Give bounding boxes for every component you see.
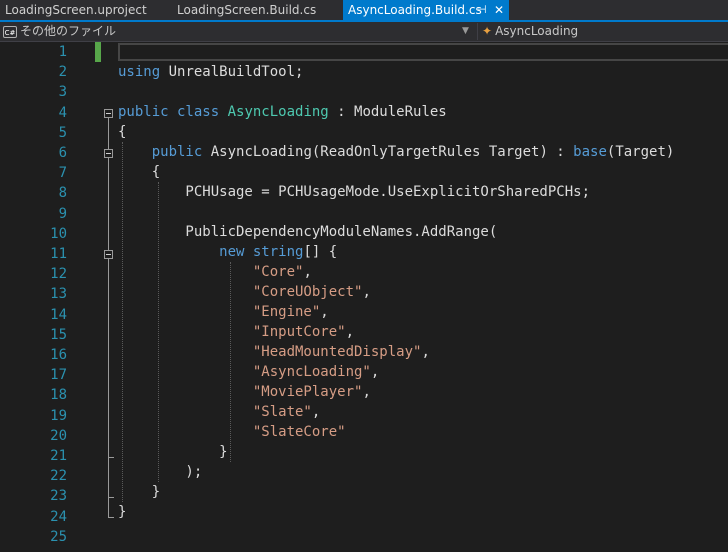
code-line-16: "HeadMountedDisplay", — [252, 344, 430, 360]
collapse-class-icon[interactable] — [104, 109, 113, 118]
line-number: 18 — [50, 387, 67, 404]
line-number: 25 — [50, 528, 67, 545]
code-line-8: PCHUsage = PCHUsageMode.UseExplicitOrSha… — [118, 184, 591, 200]
line-number: 23 — [50, 488, 67, 505]
current-line-highlight — [118, 43, 728, 61]
chevron-down-icon: ▼ — [462, 26, 469, 36]
code-line-18: "MoviePlayer", — [252, 384, 371, 400]
outline-end — [108, 497, 114, 498]
tab-loadingscreen-uproject[interactable]: LoadingScreen.uproject — [0, 0, 170, 20]
project-dropdown[interactable]: C# その他のファイル ▼ — [0, 23, 475, 40]
code-line-10: PublicDependencyModuleNames.AddRange( — [118, 224, 498, 240]
line-number: 15 — [50, 326, 67, 343]
code-line-24: } — [118, 504, 127, 520]
line-number: 22 — [50, 468, 67, 485]
line-number: 20 — [50, 427, 67, 444]
code-line-20: "SlateCore" — [252, 424, 346, 440]
code-line-19: "Slate", — [252, 404, 321, 420]
document-tab-strip: LoadingScreen.uproject LoadingScreen.Bui… — [0, 0, 728, 22]
line-number: 17 — [50, 367, 67, 384]
code-line-4: public class AsyncLoading : ModuleRules — [118, 104, 447, 120]
code-line-7: { — [118, 164, 161, 180]
line-number: 4 — [58, 104, 67, 121]
line-number: 19 — [50, 407, 67, 424]
collapse-method-icon[interactable] — [104, 149, 113, 158]
line-number: 8 — [58, 185, 67, 202]
tab-label: LoadingScreen.uproject — [5, 3, 147, 17]
close-icon[interactable]: ✕ — [494, 0, 504, 20]
line-number: 21 — [50, 448, 67, 464]
code-line-5: { — [118, 124, 127, 140]
tab-loadingscreen-build-cs[interactable]: LoadingScreen.Build.cs — [172, 0, 342, 20]
csharp-file-icon: C# — [3, 25, 17, 38]
line-number: 1 — [58, 44, 67, 60]
outline-end — [108, 517, 114, 518]
change-indicator — [95, 42, 101, 62]
code-line-2: using UnrealBuildTool; — [118, 64, 304, 80]
code-line-21: } — [118, 444, 228, 460]
line-number: 6 — [58, 145, 67, 161]
pin-icon[interactable]: ⊣ — [477, 0, 487, 20]
line-number: 24 — [50, 508, 67, 525]
line-number: 3 — [58, 84, 67, 101]
code-line-12: "Core", — [252, 264, 312, 280]
member-dropdown[interactable]: ✦ AsyncLoading — [477, 23, 728, 40]
code-line-22: ); — [118, 464, 203, 480]
outline-line — [108, 259, 109, 457]
code-line-13: "CoreUObject", — [252, 284, 371, 300]
tab-label: AsyncLoading.Build.cs — [348, 3, 482, 17]
code-line-11: new string[] { — [219, 244, 338, 260]
code-line-23: } — [118, 484, 161, 500]
member-label: AsyncLoading — [495, 24, 579, 38]
tab-label: LoadingScreen.Build.cs — [177, 3, 317, 17]
code-line-15: "InputCore", — [252, 324, 355, 340]
class-icon: ✦ — [482, 24, 493, 38]
line-number: 9 — [58, 205, 67, 222]
line-number: 14 — [50, 306, 67, 323]
line-number: 5 — [58, 124, 67, 141]
outline-end — [108, 457, 114, 458]
code-line-17: "AsyncLoading", — [252, 364, 380, 380]
code-line-6: public AsyncLoading(ReadOnlyTargetRules … — [151, 144, 675, 160]
line-number: 13 — [50, 286, 67, 303]
line-number: 7 — [58, 165, 67, 182]
line-number: 10 — [50, 225, 67, 242]
line-number: 12 — [50, 266, 67, 283]
line-number: 2 — [58, 64, 67, 81]
collapse-array-icon[interactable] — [104, 250, 113, 259]
line-number: 11 — [50, 246, 67, 262]
code-line-14: "Engine", — [252, 304, 329, 320]
navigation-bar: C# その他のファイル ▼ ✦ AsyncLoading — [0, 22, 728, 42]
project-label: その他のファイル — [20, 24, 117, 38]
line-number: 16 — [50, 347, 67, 363]
code-editor[interactable]: 1 2 3 4 5 6 7 8 9 10 11 12 13 14 15 16 17 18 19 20 21 22 23 24 2… — [0, 42, 728, 552]
